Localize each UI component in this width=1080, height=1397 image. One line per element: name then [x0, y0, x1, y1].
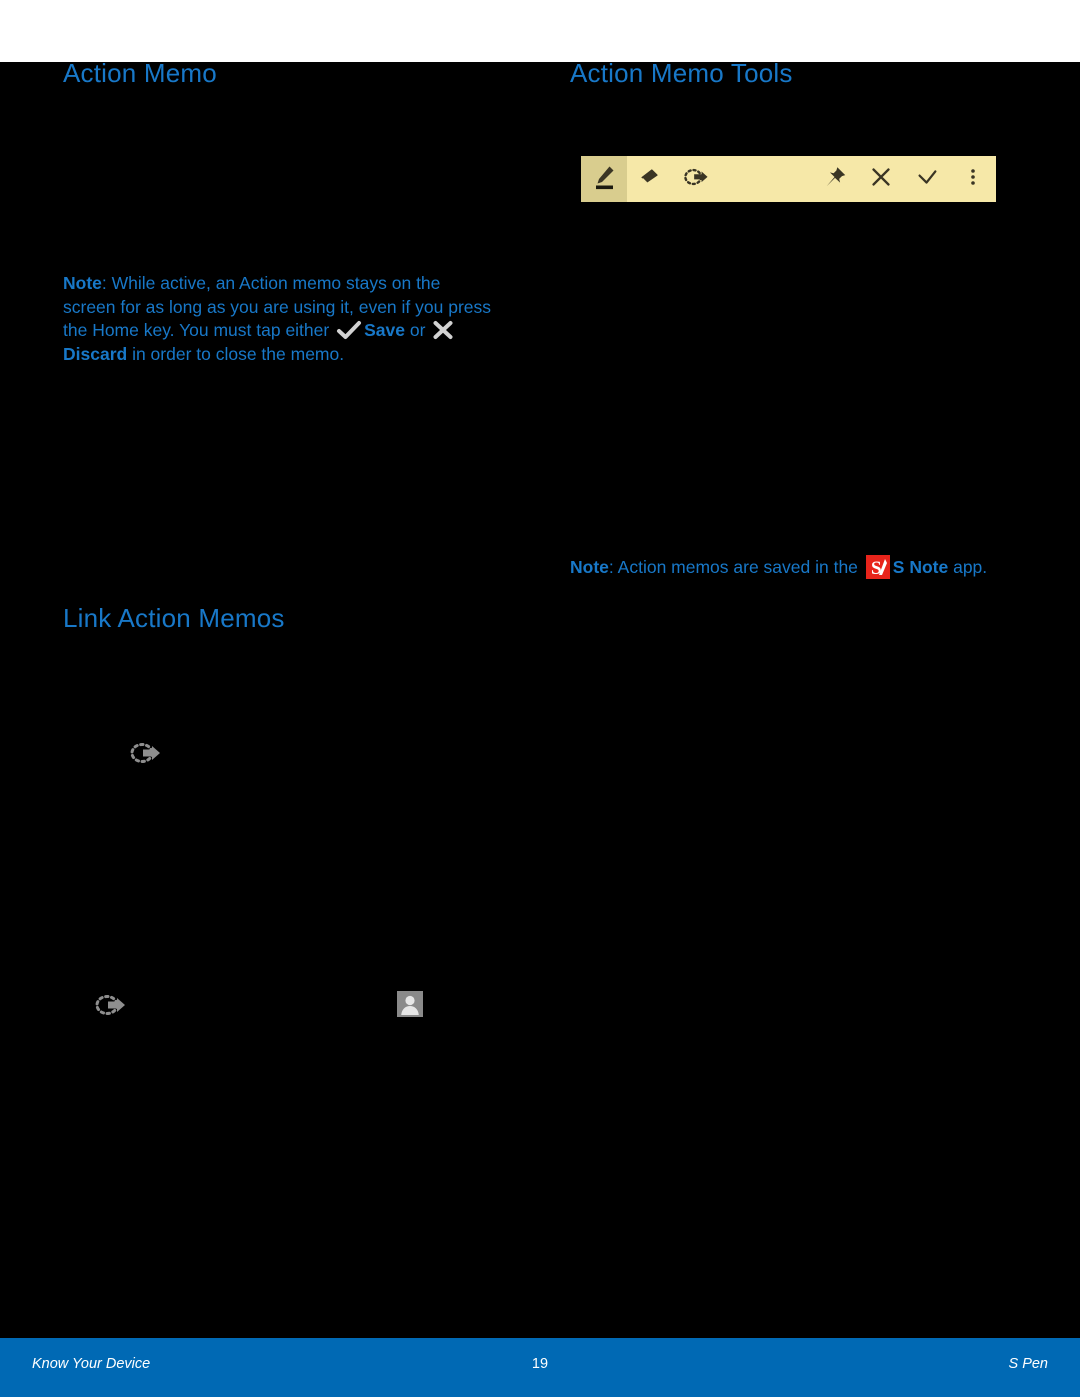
page-title: Action Memo: [63, 58, 217, 88]
section-heading-action-memo-tools: Action Memo Tools: [570, 58, 793, 88]
footer-topic-label: S Pen: [1008, 1356, 1049, 1372]
note-callout-right: Note: Action memos are saved in the S S …: [570, 555, 1040, 580]
pen-icon: [590, 163, 618, 196]
check-icon: [914, 164, 940, 195]
save-label: Save: [364, 320, 405, 340]
link-action-icon: [93, 990, 127, 1020]
note-text: Action memos are saved in the: [613, 557, 863, 577]
link-action-icon: [128, 738, 162, 768]
check-icon: [336, 320, 362, 340]
note-callout-left: Note: While active, an Action memo stays…: [63, 272, 493, 366]
s-note-app-icon: S: [865, 555, 890, 579]
action-memo-toolbar: [581, 156, 996, 202]
s-note-label: S Note: [892, 557, 949, 577]
document-page: Action Memo Action Memo Tools Link Actio…: [0, 0, 1080, 1397]
page-top-margin: [0, 0, 1080, 62]
toolbar-pen-button[interactable]: [581, 156, 627, 202]
note-text-2: or: [404, 320, 431, 340]
pin-icon: [822, 164, 848, 195]
close-icon: [432, 320, 454, 340]
note-text-2: app.: [948, 557, 988, 577]
toolbar-link-action-button[interactable]: [673, 156, 719, 202]
eraser-icon: [637, 164, 663, 195]
link-action-icon: [682, 165, 710, 194]
note-label: Note: [63, 273, 102, 293]
footer-page-number: 19: [531, 1356, 549, 1372]
toolbar-pin-button[interactable]: [812, 156, 858, 202]
contact-icon: [397, 991, 423, 1017]
page-body: [0, 62, 1080, 1338]
more-options-icon: [961, 165, 985, 194]
toolbar-save-button[interactable]: [904, 156, 950, 202]
toolbar-close-button[interactable]: [858, 156, 904, 202]
section-heading-link-action-memos: Link Action Memos: [63, 603, 285, 633]
page-footer: Know Your Device 19 S Pen: [0, 1338, 1080, 1397]
discard-label: Discard: [63, 343, 128, 364]
toolbar-eraser-button[interactable]: [627, 156, 673, 202]
close-icon: [868, 164, 894, 195]
note-label: Note: [570, 557, 609, 577]
toolbar-more-options-button[interactable]: [950, 156, 996, 202]
note-text-3: in order to close the memo.: [127, 343, 345, 364]
svg-text:S: S: [871, 558, 882, 579]
